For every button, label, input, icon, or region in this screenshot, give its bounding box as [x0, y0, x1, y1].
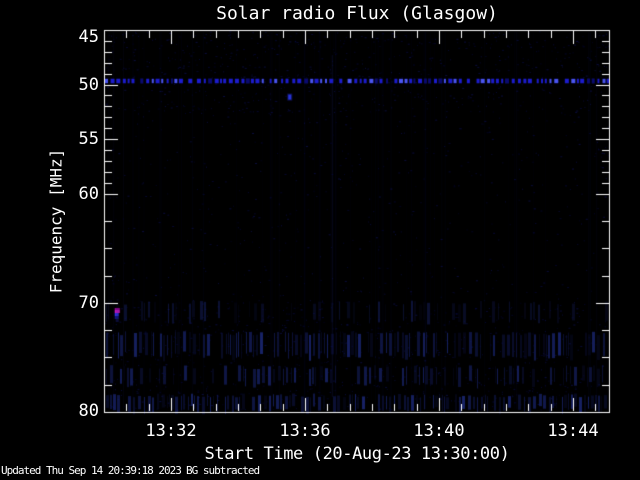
x-tick-label: 13:44 [547, 421, 599, 441]
y-tick-label: 55 [78, 129, 99, 150]
x-axis-title: Start Time (20-Aug-23 13:30:00) [204, 444, 510, 464]
y-axis-title: Frequency [MHz] [46, 148, 66, 294]
y-tick-label: 60 [78, 183, 99, 204]
spectrogram-window: Solar radio Flux (Glasgow) Frequency [MH… [0, 0, 640, 480]
chart-title: Solar radio Flux (Glasgow) [216, 3, 498, 24]
x-tick-label: 13:36 [279, 421, 331, 441]
y-tick-label: 50 [78, 74, 99, 95]
y-tick-label: 80 [78, 401, 99, 421]
y-tick-label: 45 [78, 27, 99, 47]
footer-updated-text: Updated Thu Sep 14 20:39:18 2023 [1, 464, 182, 477]
y-tick-label: 70 [78, 292, 99, 313]
x-tick-label: 13:32 [145, 421, 197, 441]
footer-bg-subtracted-text: BG subtracted [186, 464, 260, 477]
x-tick-label: 13:40 [413, 421, 465, 441]
